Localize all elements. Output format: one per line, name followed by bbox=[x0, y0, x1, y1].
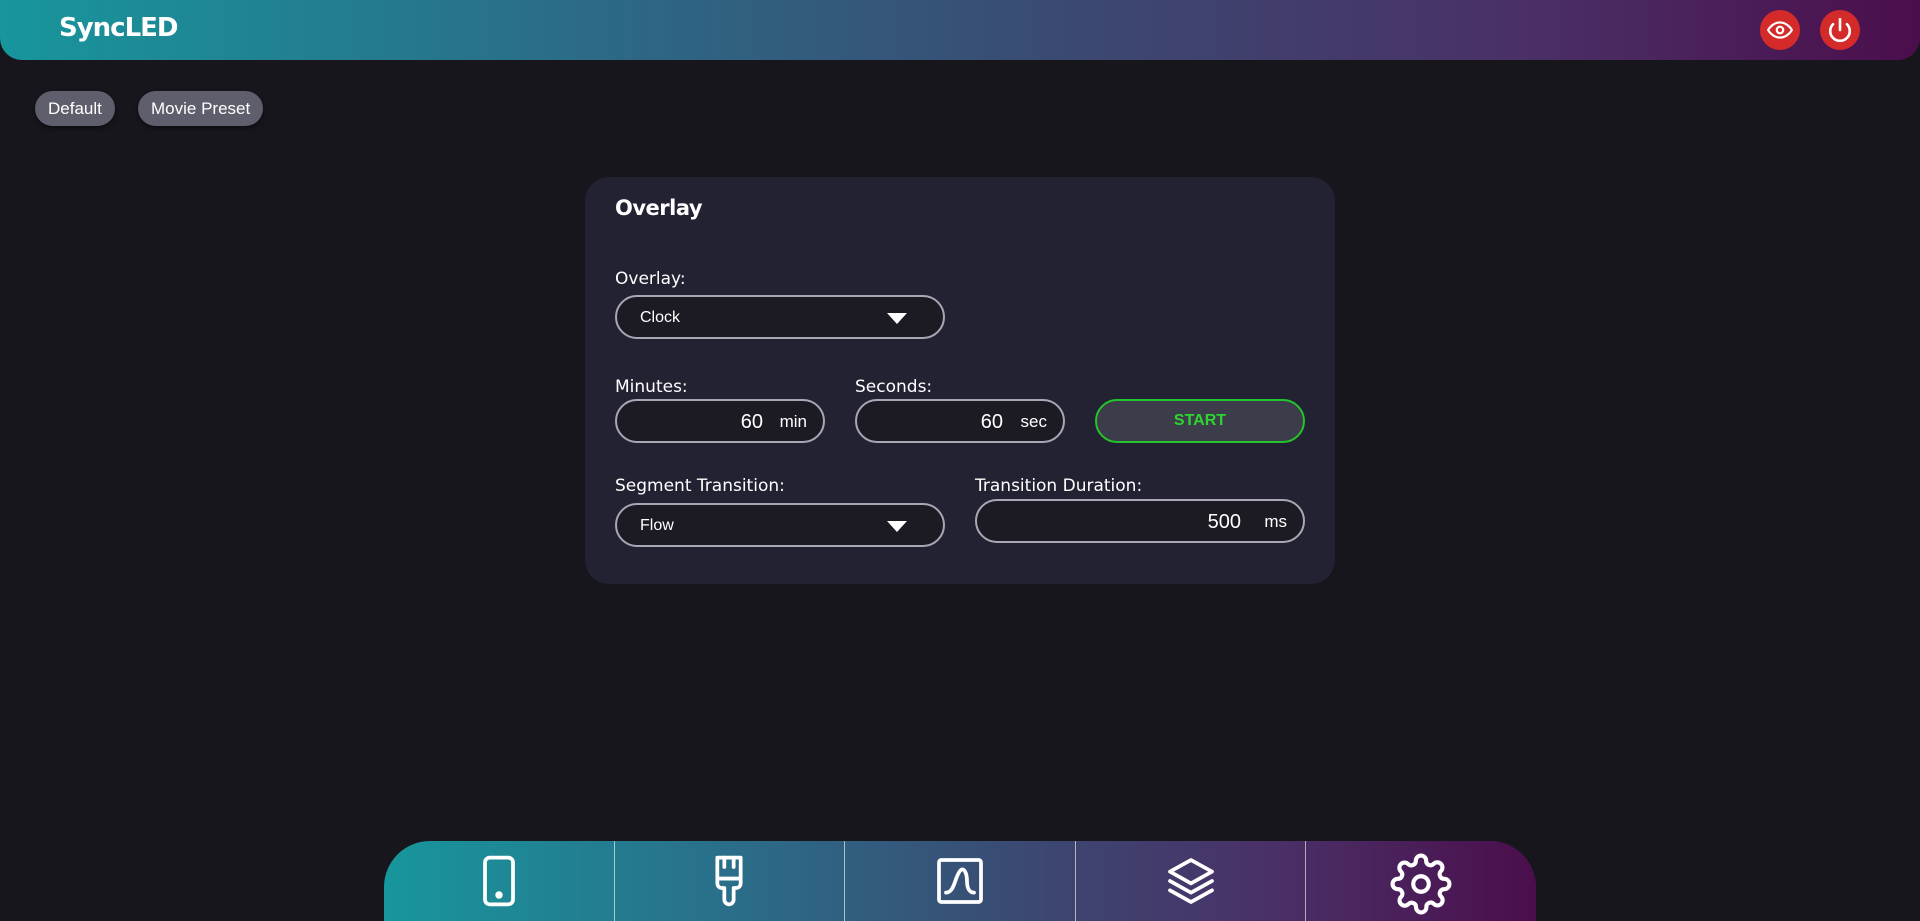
preset-movie-button[interactable]: Movie Preset bbox=[138, 91, 264, 126]
overlay-card: Overlay Overlay: Clock Minutes: 60 min S… bbox=[585, 177, 1335, 584]
phone-icon bbox=[482, 855, 515, 907]
layers-icon bbox=[1167, 858, 1214, 904]
waveform-icon bbox=[937, 858, 983, 904]
nav-item-effects[interactable] bbox=[845, 841, 1076, 921]
minutes-label: Minutes: bbox=[615, 377, 688, 397]
app-title: SyncLED bbox=[59, 13, 179, 43]
minutes-input[interactable]: 60 min bbox=[615, 399, 825, 443]
segment-transition-label: Segment Transition: bbox=[615, 476, 785, 496]
seconds-unit: sec bbox=[1020, 412, 1047, 431]
minutes-unit: min bbox=[779, 412, 807, 431]
segment-transition-select[interactable]: Flow bbox=[615, 503, 945, 547]
seconds-input[interactable]: 60 sec bbox=[855, 399, 1065, 443]
paintbrush-icon bbox=[715, 855, 743, 907]
eye-icon bbox=[1767, 21, 1793, 39]
nav-item-device[interactable] bbox=[384, 841, 615, 921]
overlay-select-value: Clock bbox=[640, 309, 681, 326]
nav-item-color[interactable] bbox=[615, 841, 846, 921]
nav-item-settings[interactable] bbox=[1306, 841, 1536, 921]
preview-button[interactable] bbox=[1760, 10, 1800, 50]
seconds-label: Seconds: bbox=[855, 377, 933, 397]
transition-duration-input[interactable]: 500 ms bbox=[975, 499, 1305, 543]
gear-icon bbox=[1390, 853, 1452, 915]
minutes-value: 60 bbox=[740, 411, 763, 433]
chevron-down-icon bbox=[887, 313, 907, 324]
nav-item-segments[interactable] bbox=[1076, 841, 1307, 921]
transition-duration-label: Transition Duration: bbox=[975, 476, 1143, 496]
transition-duration-value: 500 bbox=[1207, 511, 1241, 533]
seconds-value: 60 bbox=[980, 411, 1003, 433]
chevron-down-icon bbox=[887, 521, 907, 532]
overlay-select[interactable]: Clock bbox=[615, 295, 945, 339]
transition-duration-unit: ms bbox=[1264, 512, 1287, 531]
power-icon bbox=[1828, 17, 1852, 43]
app-header: SyncLED bbox=[0, 0, 1920, 60]
preset-default-button[interactable]: Default bbox=[35, 91, 115, 126]
start-button[interactable]: START bbox=[1095, 399, 1305, 443]
power-button[interactable] bbox=[1820, 10, 1860, 50]
card-title: Overlay bbox=[615, 196, 703, 220]
segment-transition-value: Flow bbox=[640, 517, 674, 534]
bottom-nav bbox=[384, 841, 1536, 921]
overlay-label: Overlay: bbox=[615, 269, 686, 289]
